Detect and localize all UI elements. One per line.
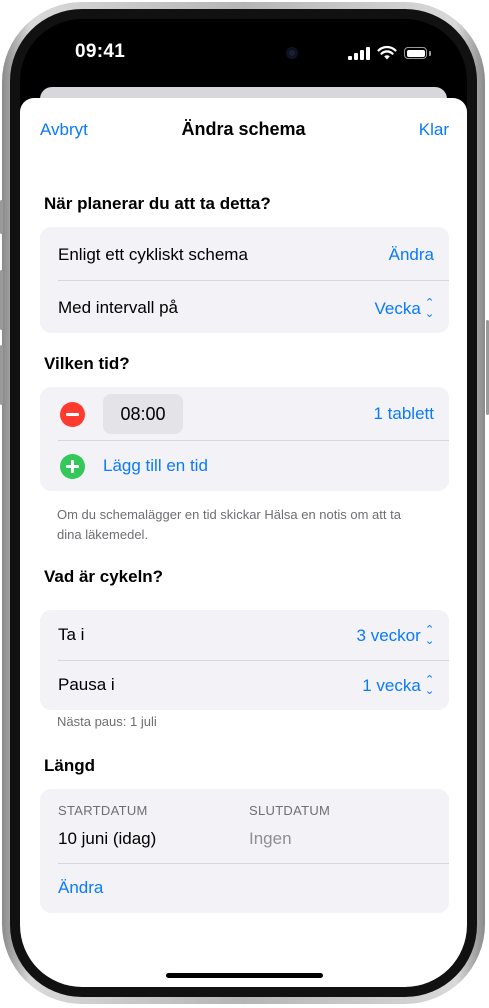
row-divider xyxy=(58,863,449,864)
remove-time-icon[interactable] xyxy=(60,402,85,427)
cycle-heading: Vad är cykeln? xyxy=(44,567,164,586)
front-camera-icon xyxy=(286,47,298,59)
screen: 09:41 Avbryt Ändra schema Klar När plane… xyxy=(20,19,467,987)
volume-up-button xyxy=(0,270,3,330)
pause-for-label: Pausa i xyxy=(58,675,115,694)
change-schedule-label: Ändra xyxy=(388,245,434,264)
volume-down-button xyxy=(0,345,3,405)
time-picker[interactable]: 08:00 xyxy=(103,394,183,434)
dose-button[interactable]: 1 tablett xyxy=(374,404,435,424)
interval-value: Vecka xyxy=(374,299,421,318)
start-date-caption: STARTDATUM xyxy=(58,803,148,818)
change-schedule-button[interactable]: Ändra xyxy=(389,245,434,265)
change-duration-label: Ändra xyxy=(58,878,104,897)
schedule-group: Enligt ett cykliskt schema Ändra Med int… xyxy=(40,227,449,333)
add-time-icon[interactable] xyxy=(60,454,85,479)
cellular-signal-icon xyxy=(348,47,370,60)
end-date-caption: SLUTDATUM xyxy=(249,803,331,818)
status-icons xyxy=(348,45,431,60)
take-for-picker[interactable]: 3 veckor ⌃ ⌄ xyxy=(356,624,435,647)
take-for-value: 3 veckor xyxy=(356,626,421,645)
dose-value: 1 tablett xyxy=(373,404,435,423)
pause-for-row[interactable]: Pausa i 1 vecka ⌃ ⌄ xyxy=(40,661,449,710)
status-bar: 09:41 xyxy=(20,19,467,89)
navigation-bar: Avbryt Ändra schema Klar xyxy=(20,98,467,158)
time-heading: Vilken tid? xyxy=(44,354,130,373)
next-pause-note: Nästa paus: 1 juli xyxy=(57,714,157,729)
battery-icon xyxy=(404,47,431,60)
home-indicator xyxy=(166,973,323,978)
action-button xyxy=(0,200,3,234)
start-date-value[interactable]: 10 juni (idag) xyxy=(58,829,156,849)
cyclic-schedule-row[interactable]: Enligt ett cykliskt schema Ändra xyxy=(40,227,449,280)
add-time-row[interactable]: Lägg till en tid xyxy=(40,441,449,491)
chevron-up-down-icon: ⌃ ⌄ xyxy=(424,624,435,647)
take-for-label: Ta i xyxy=(58,625,85,644)
duration-group: STARTDATUM 10 juni (idag) SLUTDATUM Inge… xyxy=(40,789,449,913)
status-time: 09:41 xyxy=(75,41,126,62)
times-group: 08:00 1 tablett Lägg till en tid xyxy=(40,387,449,491)
end-date-value[interactable]: Ingen xyxy=(249,829,292,849)
schedule-heading: När planerar du att ta detta? xyxy=(44,194,271,213)
change-duration-button[interactable]: Ändra xyxy=(58,878,103,898)
cycle-group: Ta i 3 veckor ⌃ ⌄ Pausa i 1 vecka ⌃ ⌄ xyxy=(40,610,449,710)
chevron-up-down-icon: ⌃ ⌄ xyxy=(424,297,435,320)
chevron-up-down-icon: ⌃ ⌄ xyxy=(424,674,435,697)
interval-row[interactable]: Med intervall på Vecka ⌃ ⌄ xyxy=(40,281,449,333)
take-for-row[interactable]: Ta i 3 veckor ⌃ ⌄ xyxy=(40,610,449,660)
interval-label: Med intervall på xyxy=(58,298,179,317)
duration-heading: Längd xyxy=(44,756,95,775)
done-button[interactable]: Klar xyxy=(419,120,449,140)
sheet-title: Ändra schema xyxy=(181,119,306,139)
wifi-icon xyxy=(377,45,397,60)
edit-schedule-sheet: Avbryt Ändra schema Klar När planerar du… xyxy=(20,98,467,987)
cyclic-schedule-label: Enligt ett cykliskt schema xyxy=(58,245,248,264)
time-entry-row: 08:00 1 tablett xyxy=(40,387,449,440)
time-notification-note: Om du schemalägger en tid skickar Hälsa … xyxy=(57,507,401,542)
pause-for-picker[interactable]: 1 vecka ⌃ ⌄ xyxy=(362,675,434,697)
pause-for-value: 1 vecka xyxy=(362,676,421,695)
interval-picker[interactable]: Vecka ⌃ ⌄ xyxy=(374,298,434,320)
add-time-label[interactable]: Lägg till en tid xyxy=(103,456,208,476)
